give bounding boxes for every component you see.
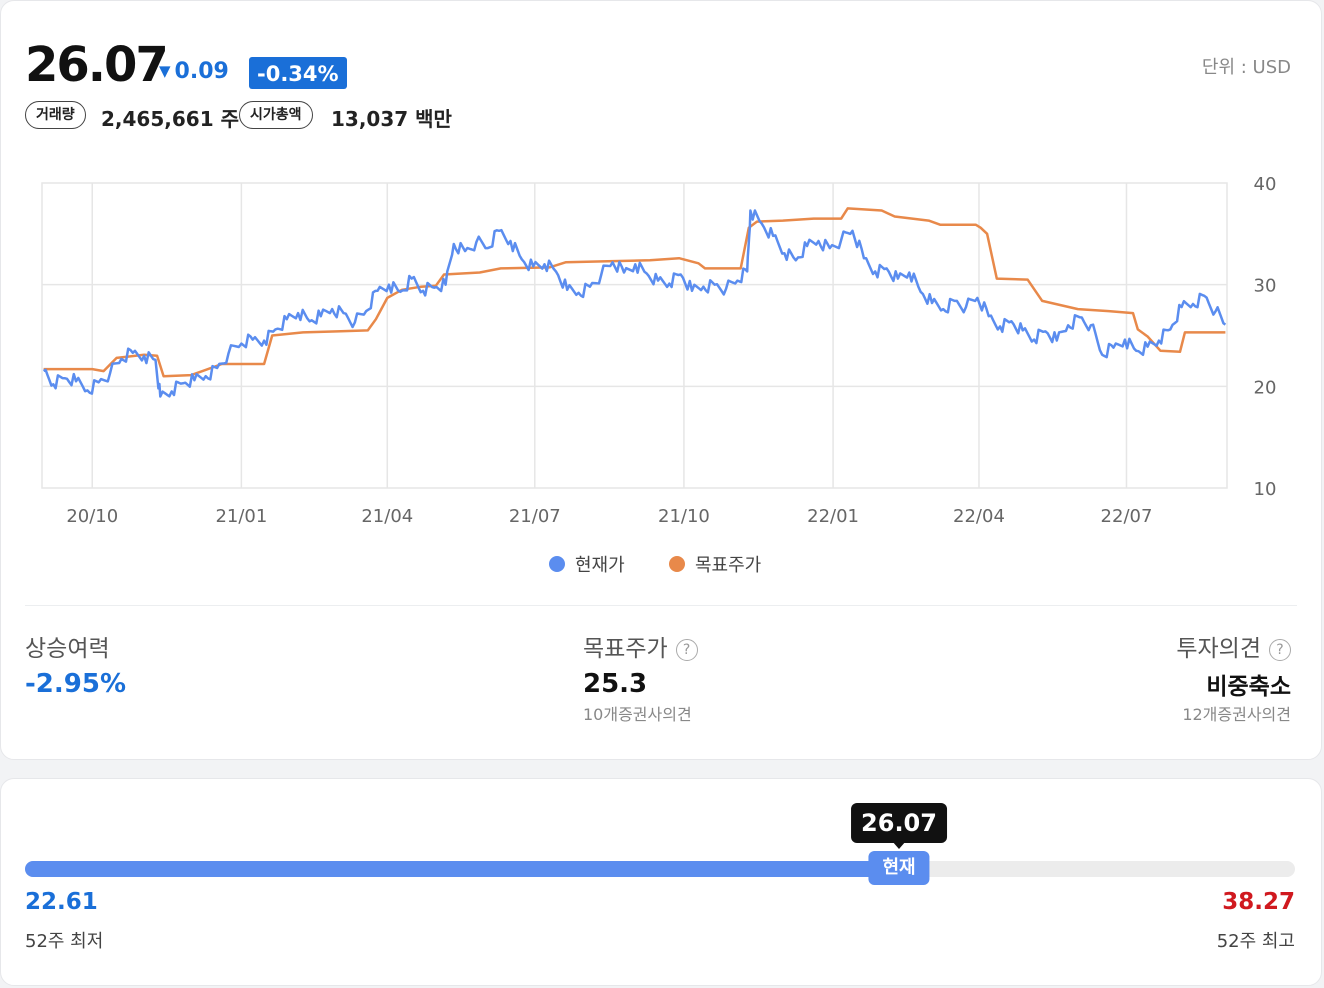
volume-value: 2,465,661 주	[101, 107, 239, 131]
market-cap-value: 13,037 백만	[331, 107, 452, 131]
section-divider	[25, 605, 1297, 606]
x-tick-label: 21/01	[215, 506, 267, 527]
tooltip-arrow	[892, 841, 906, 849]
current-price-tooltip: 26.07	[851, 803, 947, 843]
price-target-chart[interactable]: 10 20 30 40 20/10 21/01 21/04 21/07 21/10 22/01 22…	[1, 161, 1321, 541]
volume-pill: 거래량	[25, 101, 86, 129]
series-target-line	[43, 207, 1226, 378]
opinion-label-group: 투자의견?	[1176, 629, 1291, 663]
target-label-group: 목표주가?	[583, 629, 698, 663]
legend-current[interactable]: 현재가	[549, 551, 625, 577]
high-52w-label: 52주 최고	[1216, 931, 1295, 952]
quote-card: 26.07 ▼ 0.09 -0.34% 단위 : USD 거래량 2,465,66…	[0, 0, 1322, 760]
opinion-value: 비중축소	[1206, 674, 1291, 700]
low-52w-value: 22.61	[25, 889, 98, 915]
range-track	[25, 861, 1295, 877]
x-tick-label: 22/04	[953, 506, 1005, 527]
x-tick-label: 21/10	[658, 506, 710, 527]
legend-target-swatch	[669, 556, 685, 572]
down-arrow-icon: ▼	[159, 62, 171, 80]
x-tick-label: 21/07	[509, 506, 561, 527]
target-help-icon[interactable]: ?	[675, 639, 698, 661]
range-fill	[25, 861, 914, 877]
price-change: ▼ 0.09	[159, 59, 229, 84]
legend-current-swatch	[549, 556, 565, 572]
low-52w-label: 52주 최저	[25, 931, 104, 952]
opinion-label: 투자의견	[1176, 636, 1261, 662]
change-percent-badge: -0.34%	[249, 57, 347, 89]
y-tick-label: 10	[1254, 479, 1277, 500]
current-price: 26.07	[25, 37, 169, 93]
target-label: 목표주가	[583, 636, 668, 662]
price-change-value: 0.09	[174, 59, 229, 84]
y-tick-label: 40	[1254, 174, 1277, 195]
range-52w-card: 26.07 현재 22.61 52주 최저 38.27 52주 최고	[0, 778, 1322, 986]
high-52w-value: 38.27	[1222, 889, 1295, 915]
legend-current-label: 현재가	[575, 555, 625, 576]
legend-target-label: 목표주가	[695, 555, 762, 576]
x-tick-label: 20/10	[66, 506, 118, 527]
legend-target[interactable]: 목표주가	[669, 551, 761, 577]
unit-label: 단위 : USD	[1201, 57, 1291, 78]
upside-value: -2.95%	[25, 669, 126, 699]
opinion-help-icon[interactable]: ?	[1269, 639, 1291, 661]
y-tick-label: 20	[1254, 377, 1277, 398]
target-sub: 10개증권사의견	[583, 705, 692, 724]
current-marker[interactable]: 현재	[868, 851, 930, 885]
x-tick-label: 22/07	[1101, 506, 1153, 527]
target-value: 25.3	[583, 669, 648, 699]
y-tick-label: 30	[1254, 276, 1277, 297]
upside-label: 상승여력	[25, 636, 110, 662]
x-tick-label: 22/01	[807, 506, 859, 527]
x-tick-label: 21/04	[361, 506, 413, 527]
opinion-sub: 12개증권사의견	[1182, 705, 1291, 724]
market-cap-pill: 시가총액	[239, 101, 313, 129]
